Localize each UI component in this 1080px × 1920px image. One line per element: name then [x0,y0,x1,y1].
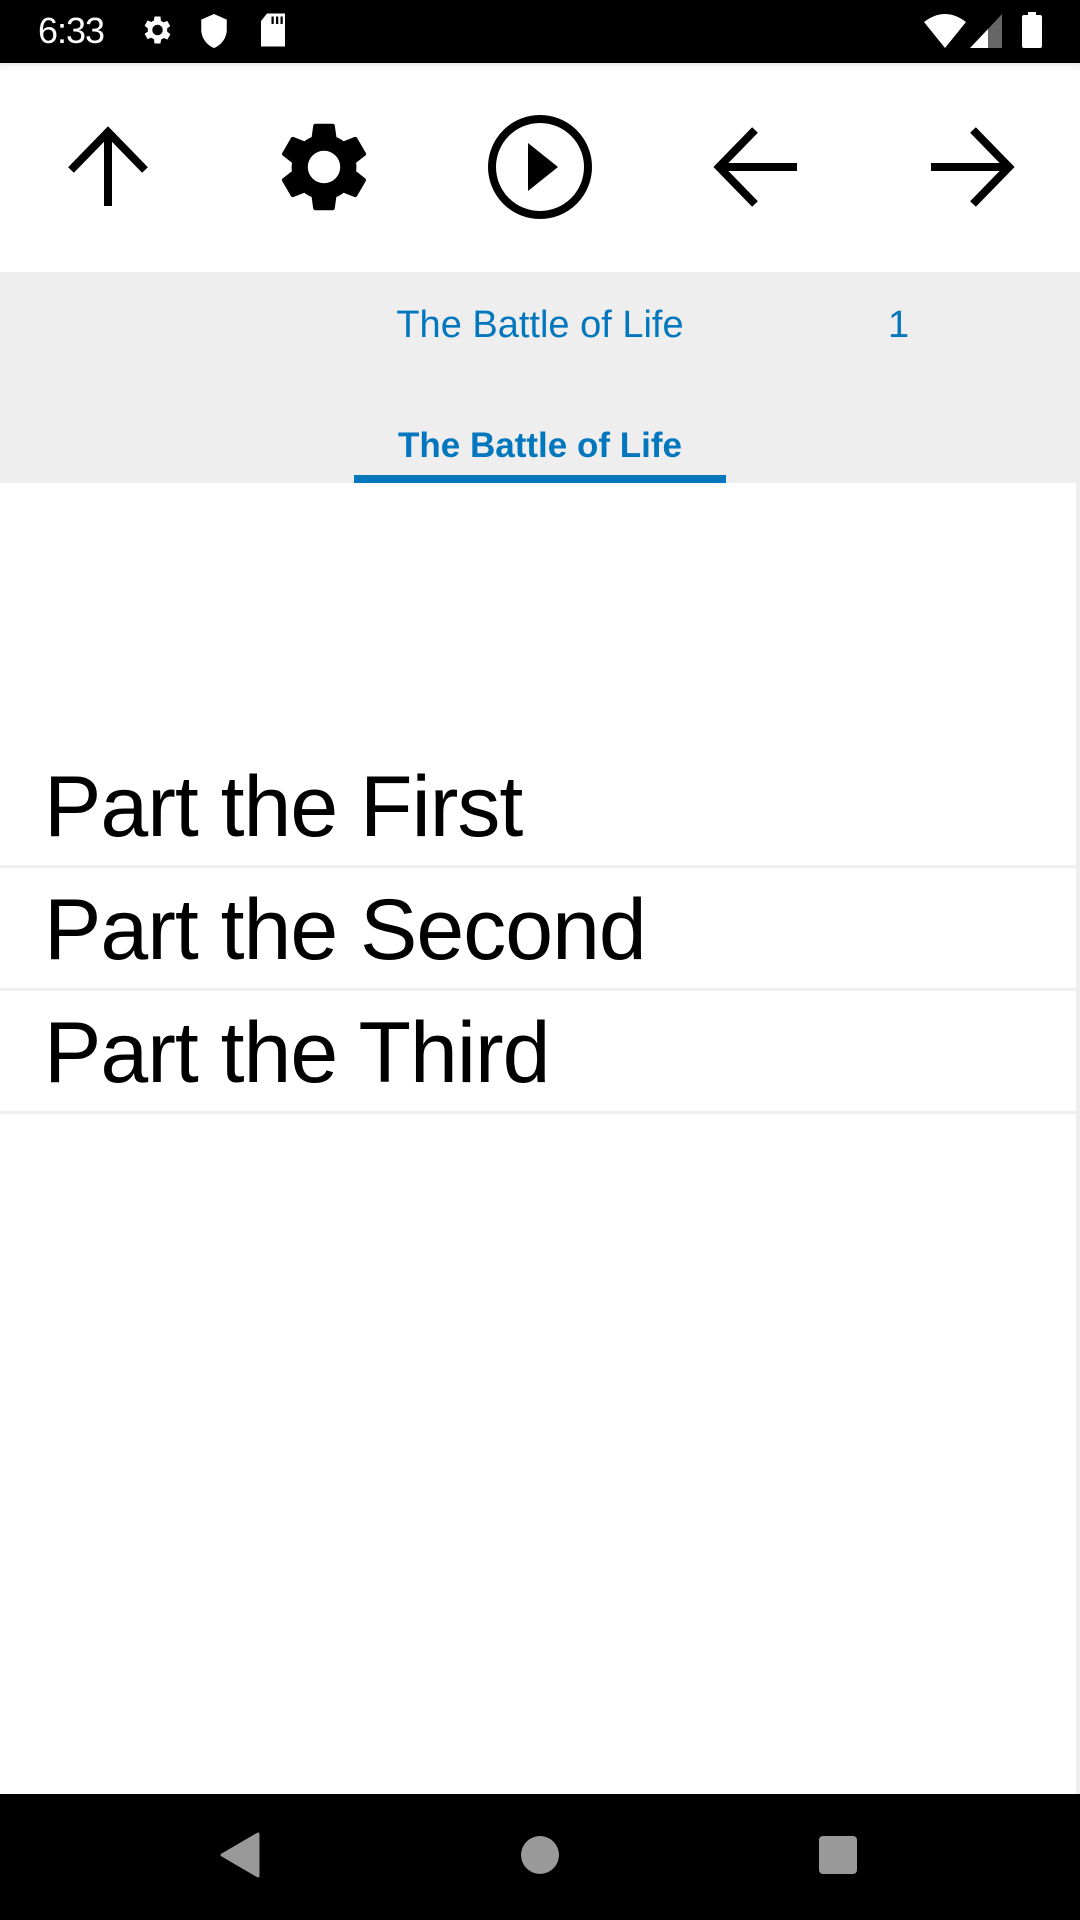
status-time: 6:33 [38,10,105,51]
back-triangle-icon [220,1832,260,1883]
nav-recents-button[interactable] [803,1824,873,1890]
settings-icon [138,12,174,53]
chapter-list: Part the First Part the Second Part the … [0,483,1076,1794]
book-title: The Battle of Life [396,304,684,346]
page-number: 1 [888,304,910,346]
book-header: The Battle of Life 1 The Battle of Life [0,272,1080,483]
back-button[interactable] [696,109,816,229]
tab-indicator [354,475,726,483]
arrow-up-icon [63,122,153,217]
gear-icon [270,113,378,226]
scroll-edge [1076,483,1080,1794]
play-circle-icon [486,113,594,226]
up-button[interactable] [48,109,168,229]
sd-card-icon [258,12,288,53]
forward-button[interactable] [912,109,1032,229]
recents-square-icon [818,1835,858,1880]
shield-icon [197,12,231,55]
tab-label: The Battle of Life [398,426,682,465]
battery-icon [1022,12,1042,53]
settings-button[interactable] [264,109,384,229]
chapter-item-part-the-third[interactable]: Part the Third [0,993,1076,1114]
arrow-right-icon [927,122,1017,217]
status-bar: 6:33 [0,0,1080,63]
cell-signal-icon [970,14,1002,53]
play-button[interactable] [480,109,600,229]
chapter-item-part-the-first[interactable]: Part the First [0,747,1076,868]
tab-the-battle-of-life[interactable]: The Battle of Life [354,412,726,483]
chapter-label: Part the Third [44,1005,550,1101]
arrow-left-icon [711,122,801,217]
nav-back-button[interactable] [205,1824,275,1890]
chapter-label: Part the Second [44,882,647,978]
system-nav-bar [0,1794,1080,1920]
toolbar [0,63,1080,272]
home-circle-icon [520,1835,560,1880]
chapter-item-part-the-second[interactable]: Part the Second [0,870,1076,991]
wifi-icon [924,14,966,53]
chapter-label: Part the First [44,759,523,855]
nav-home-button[interactable] [505,1824,575,1890]
